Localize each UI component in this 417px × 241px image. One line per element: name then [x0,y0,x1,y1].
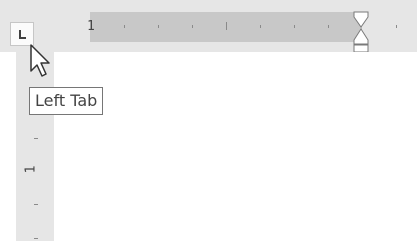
tab-selector-button[interactable] [10,22,34,46]
document-page[interactable] [92,52,417,241]
ruler-tick [34,138,38,139]
mouse-pointer-icon [30,44,50,77]
ruler-tick [260,25,261,28]
vertical-ruler-number: 1 [23,165,39,174]
ruler-tick [294,25,295,28]
ruler-tick [34,204,38,205]
tooltip: Left Tab [29,87,104,115]
ruler-left-margin [54,12,90,42]
ruler-tick [124,25,125,28]
right-indent-marker-icon[interactable] [351,11,371,55]
vertical-ruler[interactable]: 1 [0,52,54,241]
ruler-tick [396,25,397,28]
ruler-tick [158,25,159,28]
ruler-tick [328,25,329,28]
ruler-tick [192,25,193,28]
ruler-tick [226,22,227,30]
ruler-number: 1 [87,19,95,34]
horizontal-ruler[interactable]: 1 [54,0,417,55]
ruler-tick [34,238,38,239]
vertical-ruler-strip [16,52,54,241]
